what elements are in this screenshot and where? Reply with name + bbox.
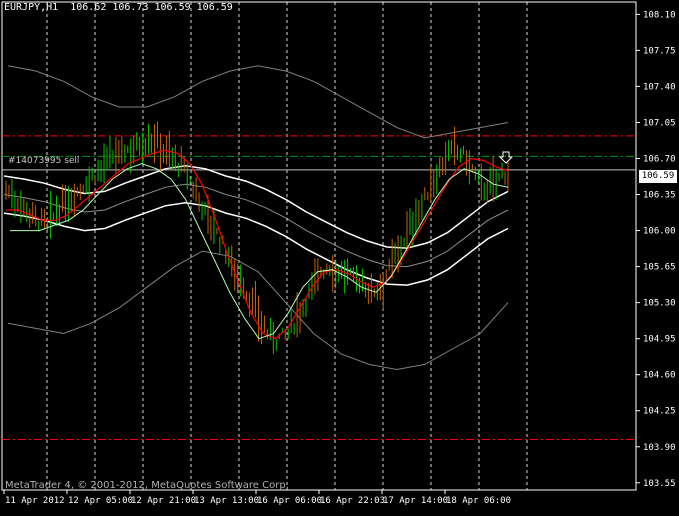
- order-label[interactable]: #14073995 sell: [8, 156, 79, 166]
- y-tick-label: 108.10: [643, 10, 676, 20]
- x-tick-label: 17 Apr 14:00: [383, 496, 448, 506]
- x-tick-label: 13 Apr 13:00: [194, 496, 259, 506]
- copyright-footer: MetaTrader 4, © 2001-2012, MetaQuotes So…: [5, 480, 289, 491]
- x-tick-label: 11 Apr 2012: [5, 496, 65, 506]
- y-tick-label: 106.00: [643, 227, 676, 237]
- y-tick-label: 107.05: [643, 118, 676, 128]
- symbol-ohlc-label: EURJPY,H1 106.62 106.73 106.59 106.59: [4, 2, 233, 13]
- x-tick-label: 16 Apr 22:03: [320, 496, 385, 506]
- y-tick-label: 105.65: [643, 263, 676, 273]
- ohlc-bars: [5, 121, 509, 354]
- y-tick-label: 103.90: [643, 443, 676, 453]
- plot-frame: [1, 1, 637, 491]
- y-tick-label: 106.70: [643, 154, 676, 164]
- envelope-line: [3, 202, 509, 286]
- time-axis: 11 Apr 2012 12 Apr 05:0012 Apr 21:0013 Ap…: [3, 490, 511, 506]
- sell-arrow-icon[interactable]: [498, 151, 514, 164]
- x-tick-label: 12 Apr 05:00: [68, 496, 133, 506]
- y-tick-label: 103.55: [643, 479, 676, 489]
- bollinger-upper: [7, 65, 509, 139]
- x-tick-label: 12 Apr 21:00: [131, 496, 196, 506]
- y-tick-label: 107.75: [643, 46, 676, 56]
- moving-averages: [6, 149, 509, 340]
- current-price-badge: 106.59: [639, 170, 677, 183]
- y-tick-label: 106.35: [643, 191, 676, 201]
- envelope-line: [3, 183, 509, 268]
- y-tick-label: 107.40: [643, 82, 676, 92]
- x-tick-label: 16 Apr 06:00: [257, 496, 322, 506]
- x-tick-label: 18 Apr 06:00: [446, 496, 511, 506]
- envelope-line: [3, 164, 509, 249]
- y-tick-label: 104.25: [643, 407, 676, 417]
- y-tick-label: 104.60: [643, 371, 676, 381]
- chart-window[interactable]: 108.10 107.75 107.40 107.05 106.70 106.35 106.…: [0, 0, 679, 512]
- ma-red-line: [6, 149, 509, 340]
- y-tick-label: 104.95: [643, 335, 676, 345]
- y-tick-label: 105.30: [643, 299, 676, 309]
- price-axis: 108.10 107.75 107.40 107.05 106.70 106.35 106.…: [636, 10, 676, 489]
- envelope-bands: [3, 164, 509, 286]
- horizontal-levels[interactable]: [2, 135, 636, 441]
- price-chart[interactable]: 108.10 107.75 107.40 107.05 106.70 106.35 106.…: [0, 0, 679, 512]
